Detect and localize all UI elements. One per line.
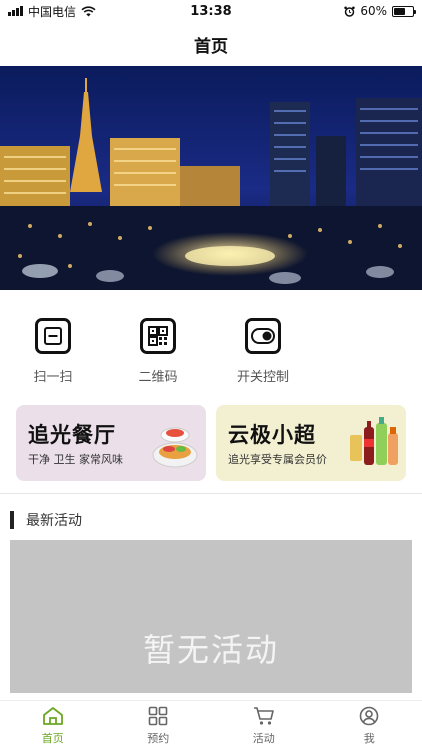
restaurant-title: 追光餐厅 [28,423,116,447]
cart-icon [253,706,274,725]
toggle-label: 开关控制 [236,370,289,385]
restaurant-card[interactable]: 追光餐厅 干净 卫生 家常风味 [16,405,206,481]
qrcode-icon [140,318,176,354]
tab-bar: 首页 预约 活动 我 [0,700,422,750]
nav-bar: 首页 [0,22,422,66]
toggle-action[interactable]: 开关控制 [218,318,308,385]
status-left: 中国电信 [8,3,96,20]
restaurant-subtitle: 干净 卫生 家常风味 [28,453,123,466]
scan-icon [35,318,71,354]
battery-icon [392,5,416,17]
wifi-icon [81,5,96,16]
banner-image[interactable] [0,66,422,290]
qrcode-action[interactable]: 二维码 [113,318,203,385]
user-icon [359,706,379,725]
drinks-icon [350,417,398,465]
section-marker [10,511,14,529]
activity-empty-panel: 暂无活动 [10,540,412,693]
grid-icon [148,706,168,725]
tab-home-label: 首页 [41,731,64,745]
page-title: 首页 [194,36,228,57]
scan-action[interactable]: 扫一扫 [8,318,98,385]
quick-actions: 扫一扫 二维码 开关控制 [0,318,422,388]
scan-label: 扫一扫 [33,370,73,385]
alarm-icon [344,6,356,17]
toggle-icon [245,318,281,354]
home-icon [42,706,63,725]
status-bar: 中国电信 13:38 60% [0,0,422,22]
signal-icon [8,6,23,16]
supermarket-subtitle: 追光享受专属会员价 [228,453,327,466]
tab-me[interactable]: 我 [317,701,422,750]
food-plate-icon [152,427,198,468]
qrcode-label: 二维码 [138,370,178,385]
section-title: 最新活动 [26,513,82,529]
tab-me-label: 我 [363,731,375,745]
supermarket-card[interactable]: 云极小超 追光享受专属会员价 [216,405,406,481]
tab-activity-label: 活动 [252,731,275,745]
battery-percent: 60% [360,4,387,18]
tab-activity[interactable]: 活动 [211,701,317,750]
carrier-label: 中国电信 [28,4,77,19]
tab-home[interactable]: 首页 [0,701,106,750]
status-right: 60% [344,4,416,18]
section-divider [0,493,422,494]
supermarket-title: 云极小超 [228,423,316,447]
section-header: 最新活动 [10,510,82,530]
tab-booking[interactable]: 预约 [106,701,212,750]
empty-state-text: 暂无活动 [142,631,279,669]
tab-booking-label: 预约 [147,731,170,745]
